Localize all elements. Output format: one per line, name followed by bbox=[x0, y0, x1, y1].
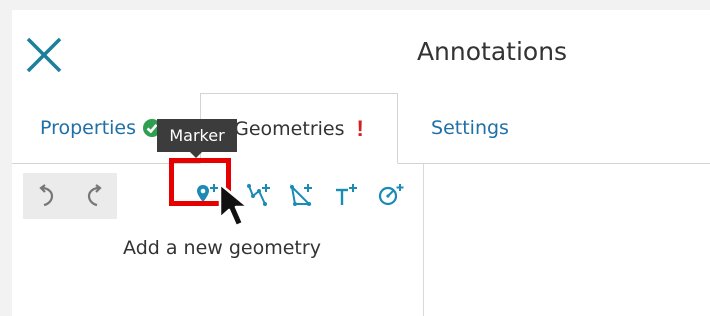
tab-properties-label: Properties bbox=[39, 117, 137, 139]
tab-geometries-label: Geometries bbox=[234, 117, 345, 140]
tab-bar: Properties Geometries ! Settings bbox=[12, 93, 710, 164]
history-buttons bbox=[23, 173, 117, 219]
tooltip-arrow bbox=[190, 152, 202, 158]
annotations-panel: Annotations Properties Geometries ! Sett… bbox=[12, 10, 710, 316]
polygon-add-icon[interactable] bbox=[289, 182, 315, 208]
tab-settings-label: Settings bbox=[431, 117, 509, 139]
circle-add-icon[interactable] bbox=[378, 182, 404, 208]
text-add-icon[interactable] bbox=[333, 182, 359, 208]
close-icon[interactable] bbox=[24, 35, 64, 75]
empty-state-message: Add a new geometry bbox=[123, 237, 321, 259]
mouse-cursor-icon bbox=[218, 182, 258, 230]
warning-indicator: ! bbox=[356, 115, 364, 141]
redo-icon[interactable] bbox=[83, 184, 105, 208]
panel-divider bbox=[423, 164, 424, 316]
undo-icon[interactable] bbox=[36, 184, 58, 208]
page-title: Annotations bbox=[416, 37, 568, 66]
tab-settings[interactable]: Settings bbox=[410, 93, 530, 163]
marker-tooltip: Marker bbox=[157, 119, 237, 152]
tab-properties[interactable]: Properties bbox=[26, 93, 176, 163]
